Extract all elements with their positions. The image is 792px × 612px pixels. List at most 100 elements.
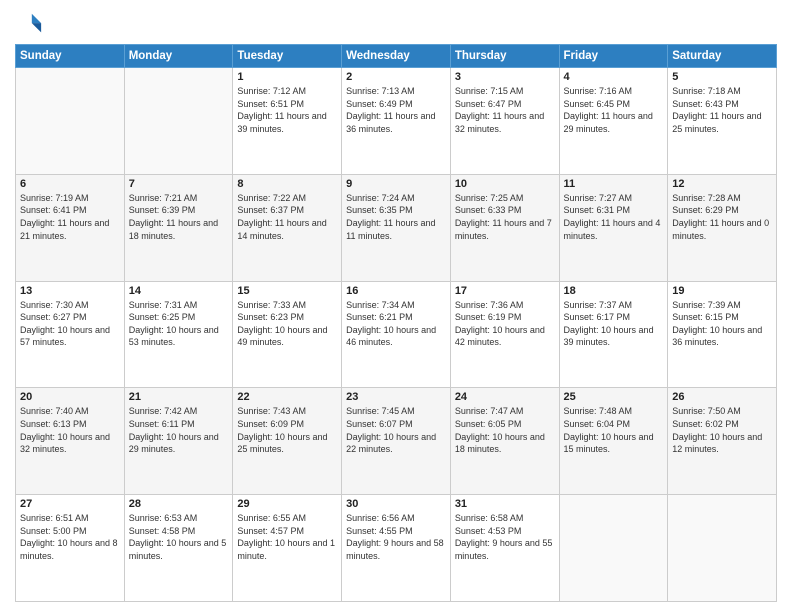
calendar-cell-w5-d4: 31 Sunrise: 6:58 AM Sunset: 4:53 PM Dayli… bbox=[450, 495, 559, 602]
day-info: Sunrise: 7:12 AM Sunset: 6:51 PM Dayligh… bbox=[237, 85, 337, 135]
calendar-cell-w1-d1 bbox=[124, 68, 233, 175]
day-number: 20 bbox=[20, 391, 120, 403]
day-number: 28 bbox=[129, 498, 229, 510]
calendar-cell-w3-d5: 18 Sunrise: 7:37 AM Sunset: 6:17 PM Dayli… bbox=[559, 281, 668, 388]
week-row-2: 6Sunrise: 7:19 AM Sunset: 6:41 PM Daylig… bbox=[16, 174, 777, 281]
calendar-cell-w1-d3: 2Sunrise: 7:13 AM Sunset: 6:49 PM Daylig… bbox=[342, 68, 451, 175]
day-number: 10 bbox=[455, 178, 555, 190]
weekday-header-saturday: Saturday bbox=[668, 45, 777, 68]
day-info: Sunrise: 7:27 AM Sunset: 6:31 PM Dayligh… bbox=[564, 192, 664, 242]
calendar-cell-w3-d1: 14 Sunrise: 7:31 AM Sunset: 6:25 PM Dayli… bbox=[124, 281, 233, 388]
weekday-header-row: SundayMondayTuesdayWednesdayThursdayFrid… bbox=[16, 45, 777, 68]
day-number: 14 bbox=[129, 285, 229, 297]
day-info: Sunrise: 7:50 AM Sunset: 6:02 PM Dayligh… bbox=[672, 405, 772, 455]
day-info: Sunrise: 6:56 AM Sunset: 4:55 PM Dayligh… bbox=[346, 512, 446, 562]
day-number: 12 bbox=[672, 178, 772, 190]
logo bbox=[15, 10, 47, 38]
calendar-table: SundayMondayTuesdayWednesdayThursdayFrid… bbox=[15, 44, 777, 602]
calendar-cell-w5-d5 bbox=[559, 495, 668, 602]
day-info: Sunrise: 6:58 AM Sunset: 4:53 PM Dayligh… bbox=[455, 512, 555, 562]
weekday-header-thursday: Thursday bbox=[450, 45, 559, 68]
calendar-cell-w2-d6: 12 Sunrise: 7:28 AM Sunset: 6:29 PM Dayli… bbox=[668, 174, 777, 281]
day-info: Sunrise: 7:33 AM Sunset: 6:23 PM Dayligh… bbox=[237, 299, 337, 349]
calendar-cell-w4-d6: 26 Sunrise: 7:50 AM Sunset: 6:02 PM Dayli… bbox=[668, 388, 777, 495]
day-info: Sunrise: 7:42 AM Sunset: 6:11 PM Dayligh… bbox=[129, 405, 229, 455]
day-info: Sunrise: 7:47 AM Sunset: 6:05 PM Dayligh… bbox=[455, 405, 555, 455]
calendar-cell-w4-d4: 24 Sunrise: 7:47 AM Sunset: 6:05 PM Dayli… bbox=[450, 388, 559, 495]
week-row-4: 20Sunrise: 7:40 AM Sunset: 6:13 PM Dayli… bbox=[16, 388, 777, 495]
day-number: 7 bbox=[129, 178, 229, 190]
calendar-cell-w3-d2: 15 Sunrise: 7:33 AM Sunset: 6:23 PM Dayli… bbox=[233, 281, 342, 388]
day-number: 2 bbox=[346, 71, 446, 83]
day-info: Sunrise: 7:24 AM Sunset: 6:35 PM Dayligh… bbox=[346, 192, 446, 242]
calendar-cell-w3-d0: 13 Sunrise: 7:30 AM Sunset: 6:27 PM Dayli… bbox=[16, 281, 125, 388]
day-info: Sunrise: 7:37 AM Sunset: 6:17 PM Dayligh… bbox=[564, 299, 664, 349]
weekday-header-monday: Monday bbox=[124, 45, 233, 68]
calendar-cell-w3-d3: 16Sunrise: 7:34 AM Sunset: 6:21 PM Dayli… bbox=[342, 281, 451, 388]
calendar-cell-w4-d2: 22 Sunrise: 7:43 AM Sunset: 6:09 PM Dayli… bbox=[233, 388, 342, 495]
week-row-1: 1 Sunrise: 7:12 AM Sunset: 6:51 PM Daylig… bbox=[16, 68, 777, 175]
day-number: 8 bbox=[237, 178, 337, 190]
day-info: Sunrise: 7:39 AM Sunset: 6:15 PM Dayligh… bbox=[672, 299, 772, 349]
calendar-cell-w4-d3: 23Sunrise: 7:45 AM Sunset: 6:07 PM Dayli… bbox=[342, 388, 451, 495]
weekday-header-wednesday: Wednesday bbox=[342, 45, 451, 68]
day-number: 22 bbox=[237, 391, 337, 403]
day-number: 21 bbox=[129, 391, 229, 403]
day-info: Sunrise: 7:48 AM Sunset: 6:04 PM Dayligh… bbox=[564, 405, 664, 455]
day-number: 24 bbox=[455, 391, 555, 403]
calendar-cell-w3-d4: 17 Sunrise: 7:36 AM Sunset: 6:19 PM Dayli… bbox=[450, 281, 559, 388]
day-number: 3 bbox=[455, 71, 555, 83]
day-info: Sunrise: 7:22 AM Sunset: 6:37 PM Dayligh… bbox=[237, 192, 337, 242]
day-info: Sunrise: 7:18 AM Sunset: 6:43 PM Dayligh… bbox=[672, 85, 772, 135]
calendar-cell-w5-d6 bbox=[668, 495, 777, 602]
calendar-cell-w5-d1: 28Sunrise: 6:53 AM Sunset: 4:58 PM Dayli… bbox=[124, 495, 233, 602]
day-info: Sunrise: 7:30 AM Sunset: 6:27 PM Dayligh… bbox=[20, 299, 120, 349]
calendar-cell-w1-d5: 4 Sunrise: 7:16 AM Sunset: 6:45 PM Daylig… bbox=[559, 68, 668, 175]
day-info: Sunrise: 7:25 AM Sunset: 6:33 PM Dayligh… bbox=[455, 192, 555, 242]
calendar-cell-w5-d3: 30Sunrise: 6:56 AM Sunset: 4:55 PM Dayli… bbox=[342, 495, 451, 602]
day-number: 27 bbox=[20, 498, 120, 510]
day-number: 19 bbox=[672, 285, 772, 297]
calendar-cell-w2-d2: 8 Sunrise: 7:22 AM Sunset: 6:37 PM Daylig… bbox=[233, 174, 342, 281]
day-number: 5 bbox=[672, 71, 772, 83]
day-number: 17 bbox=[455, 285, 555, 297]
day-info: Sunrise: 7:19 AM Sunset: 6:41 PM Dayligh… bbox=[20, 192, 120, 242]
day-number: 13 bbox=[20, 285, 120, 297]
calendar-cell-w5-d0: 27 Sunrise: 6:51 AM Sunset: 5:00 PM Dayli… bbox=[16, 495, 125, 602]
calendar-cell-w1-d0 bbox=[16, 68, 125, 175]
calendar-cell-w2-d4: 10 Sunrise: 7:25 AM Sunset: 6:33 PM Dayli… bbox=[450, 174, 559, 281]
day-number: 29 bbox=[237, 498, 337, 510]
day-info: Sunrise: 7:43 AM Sunset: 6:09 PM Dayligh… bbox=[237, 405, 337, 455]
calendar-cell-w2-d3: 9Sunrise: 7:24 AM Sunset: 6:35 PM Daylig… bbox=[342, 174, 451, 281]
day-number: 31 bbox=[455, 498, 555, 510]
calendar-cell-w2-d1: 7 Sunrise: 7:21 AM Sunset: 6:39 PM Daylig… bbox=[124, 174, 233, 281]
day-info: Sunrise: 7:16 AM Sunset: 6:45 PM Dayligh… bbox=[564, 85, 664, 135]
day-number: 18 bbox=[564, 285, 664, 297]
day-info: Sunrise: 7:21 AM Sunset: 6:39 PM Dayligh… bbox=[129, 192, 229, 242]
calendar-cell-w1-d6: 5 Sunrise: 7:18 AM Sunset: 6:43 PM Daylig… bbox=[668, 68, 777, 175]
day-info: Sunrise: 7:15 AM Sunset: 6:47 PM Dayligh… bbox=[455, 85, 555, 135]
calendar-cell-w5-d2: 29Sunrise: 6:55 AM Sunset: 4:57 PM Dayli… bbox=[233, 495, 342, 602]
day-number: 16 bbox=[346, 285, 446, 297]
day-number: 1 bbox=[237, 71, 337, 83]
day-number: 25 bbox=[564, 391, 664, 403]
weekday-header-tuesday: Tuesday bbox=[233, 45, 342, 68]
page: SundayMondayTuesdayWednesdayThursdayFrid… bbox=[0, 0, 792, 612]
calendar-cell-w3-d6: 19 Sunrise: 7:39 AM Sunset: 6:15 PM Dayli… bbox=[668, 281, 777, 388]
weekday-header-friday: Friday bbox=[559, 45, 668, 68]
day-info: Sunrise: 7:36 AM Sunset: 6:19 PM Dayligh… bbox=[455, 299, 555, 349]
calendar-body: 1 Sunrise: 7:12 AM Sunset: 6:51 PM Daylig… bbox=[16, 68, 777, 602]
day-number: 15 bbox=[237, 285, 337, 297]
calendar-cell-w4-d5: 25 Sunrise: 7:48 AM Sunset: 6:04 PM Dayli… bbox=[559, 388, 668, 495]
week-row-5: 27 Sunrise: 6:51 AM Sunset: 5:00 PM Dayli… bbox=[16, 495, 777, 602]
day-info: Sunrise: 7:28 AM Sunset: 6:29 PM Dayligh… bbox=[672, 192, 772, 242]
calendar-cell-w4-d0: 20Sunrise: 7:40 AM Sunset: 6:13 PM Dayli… bbox=[16, 388, 125, 495]
weekday-header-sunday: Sunday bbox=[16, 45, 125, 68]
calendar-cell-w1-d4: 3 Sunrise: 7:15 AM Sunset: 6:47 PM Daylig… bbox=[450, 68, 559, 175]
day-info: Sunrise: 6:51 AM Sunset: 5:00 PM Dayligh… bbox=[20, 512, 120, 562]
day-info: Sunrise: 7:31 AM Sunset: 6:25 PM Dayligh… bbox=[129, 299, 229, 349]
calendar-cell-w2-d5: 11Sunrise: 7:27 AM Sunset: 6:31 PM Dayli… bbox=[559, 174, 668, 281]
day-number: 4 bbox=[564, 71, 664, 83]
week-row-3: 13 Sunrise: 7:30 AM Sunset: 6:27 PM Dayli… bbox=[16, 281, 777, 388]
day-number: 26 bbox=[672, 391, 772, 403]
